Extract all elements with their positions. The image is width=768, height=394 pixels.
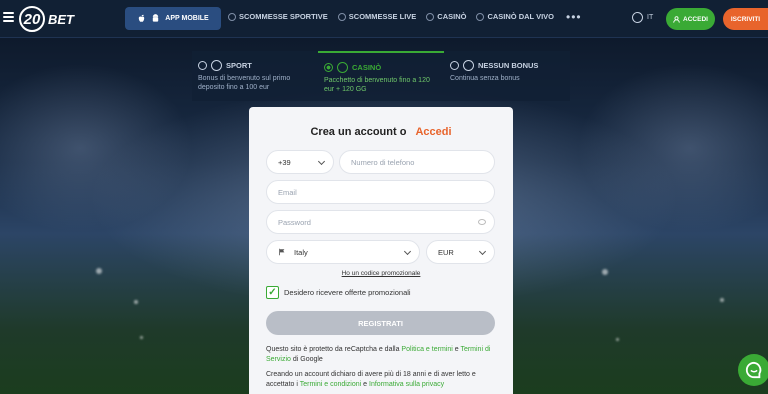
- phone-code-select[interactable]: +39: [266, 150, 334, 174]
- email-input[interactable]: Email: [266, 180, 495, 204]
- terms-notice: Creando un account dichiaro di avere più…: [266, 370, 498, 389]
- logo-text: BET: [48, 11, 74, 27]
- country-value: Italy: [294, 247, 308, 257]
- nav-sports-betting[interactable]: SCOMMESSE SPORTIVE: [228, 12, 328, 21]
- checkbox-label: Desidero ricevere offerte promozionali: [284, 288, 411, 297]
- password-input[interactable]: Password: [266, 210, 495, 234]
- bonus-description: Bonus di benvenuto sul primo deposito fi…: [198, 75, 291, 91]
- phone-code-value: +39: [278, 157, 291, 167]
- form-title: Crea un account o Accedi: [249, 126, 513, 138]
- login-link[interactable]: Accedi: [415, 126, 451, 138]
- form-title-text: Crea un account o: [310, 126, 407, 138]
- chevron-down-icon: [478, 247, 487, 256]
- nav-label: SCOMMESSE LIVE: [348, 12, 417, 21]
- bonus-title: CASINÒ: [352, 63, 382, 72]
- bonus-description: Pacchetto di benvenuto fino a 120 eur + …: [324, 77, 430, 93]
- language-selector[interactable]: IT: [632, 12, 653, 23]
- nav-casino[interactable]: CASINÒ: [426, 12, 466, 21]
- bonus-tab-casino[interactable]: CASINÒ Pacchetto di benvenuto fino a 120…: [318, 51, 444, 101]
- more-menu-icon[interactable]: •••: [566, 11, 582, 23]
- login-button[interactable]: ACCEDI: [666, 8, 715, 30]
- register-label: ISCRIVITI: [730, 15, 761, 23]
- chevron-down-icon: [317, 157, 326, 166]
- bonus-description: Continua senza bonus: [450, 75, 520, 82]
- terms-link[interactable]: Termini e condizioni: [300, 381, 361, 388]
- language-label: IT: [647, 14, 654, 21]
- nav-label: CASINÒ: [437, 12, 467, 21]
- chevron-down-icon: [403, 247, 412, 256]
- registration-card: Crea un account o Accedi +39 Numero di te…: [249, 107, 513, 394]
- register-submit-button[interactable]: REGISTRATI: [266, 311, 495, 335]
- legal-text: e: [361, 380, 370, 388]
- logo-number: 20: [19, 6, 45, 32]
- cards-icon: [476, 12, 485, 21]
- legal-text: Questo sito è protetto da reCaptcha e da…: [266, 346, 402, 353]
- nav-label: SCOMMESSE SPORTIVE: [239, 12, 328, 21]
- submit-label: REGISTRATI: [358, 318, 403, 328]
- logo[interactable]: 20 BET: [19, 6, 74, 32]
- phone-placeholder: Numero di telefono: [351, 157, 415, 167]
- bonus-tab-no-bonus[interactable]: NESSUN BONUS Continua senza bonus: [444, 51, 570, 101]
- main-nav: SCOMMESSE SPORTIVE SCOMMESSE LIVE CASINÒ…: [228, 11, 582, 23]
- live-icon: [337, 12, 346, 21]
- legal-text: di Google: [290, 355, 323, 363]
- live-chat-button[interactable]: [738, 354, 768, 386]
- currency-value: EUR: [438, 247, 454, 257]
- radio-icon: [198, 61, 207, 70]
- flag-icon: [279, 248, 285, 256]
- radio-selected-icon: [324, 63, 333, 72]
- email-placeholder: Email: [278, 187, 297, 197]
- android-icon: [153, 14, 159, 22]
- bonus-title: SPORT: [226, 61, 252, 70]
- password-placeholder: Password: [278, 217, 311, 227]
- privacy-link[interactable]: Informativa sulla privacy: [369, 381, 444, 388]
- checkbox-checked-icon[interactable]: ✓: [266, 286, 279, 299]
- no-bonus-icon: [463, 60, 474, 71]
- radio-icon: [450, 61, 459, 70]
- currency-select[interactable]: EUR: [426, 240, 495, 264]
- nav-live-casino[interactable]: CASINÒ DAL VIVO: [476, 12, 554, 21]
- app-mobile-button[interactable]: APP MOBILE: [125, 7, 221, 30]
- app-mobile-label: APP MOBILE: [165, 15, 209, 22]
- top-header: 20 BET APP MOBILE SCOMMESSE SPORTIVE SCO…: [0, 0, 768, 38]
- hamburger-menu-icon[interactable]: [3, 12, 14, 22]
- casino-chip-icon: [426, 12, 435, 21]
- google-policy-link[interactable]: Politica e termini: [401, 346, 452, 353]
- bonus-title: NESSUN BONUS: [478, 61, 539, 70]
- country-select[interactable]: Italy: [266, 240, 420, 264]
- soccer-ball-icon: [228, 12, 236, 21]
- bonus-tab-sport[interactable]: SPORT Bonus di benvenuto sul primo depos…: [192, 51, 318, 101]
- apple-icon: [139, 14, 145, 22]
- phone-number-input[interactable]: Numero di telefono: [339, 150, 495, 174]
- bonus-selector: SPORT Bonus di benvenuto sul primo depos…: [192, 51, 570, 101]
- casino-chip-icon: [337, 62, 348, 73]
- globe-icon: [632, 12, 643, 23]
- recaptcha-notice: Questo sito è protetto da reCaptcha e da…: [266, 345, 498, 364]
- soccer-ball-icon: [211, 60, 222, 71]
- promo-offers-checkbox-row[interactable]: ✓ Desidero ricevere offerte promozionali: [266, 286, 411, 299]
- login-label: ACCEDI: [683, 15, 708, 23]
- user-icon: [673, 15, 680, 23]
- nav-live-betting[interactable]: SCOMMESSE LIVE: [337, 12, 417, 21]
- nav-label: CASINÒ DAL VIVO: [487, 12, 555, 21]
- register-button[interactable]: ISCRIVITI: [723, 8, 768, 30]
- chat-bubble-icon: [745, 361, 762, 379]
- eye-icon[interactable]: [478, 219, 486, 225]
- promo-code-link[interactable]: Ho un codice promozionale: [249, 270, 513, 277]
